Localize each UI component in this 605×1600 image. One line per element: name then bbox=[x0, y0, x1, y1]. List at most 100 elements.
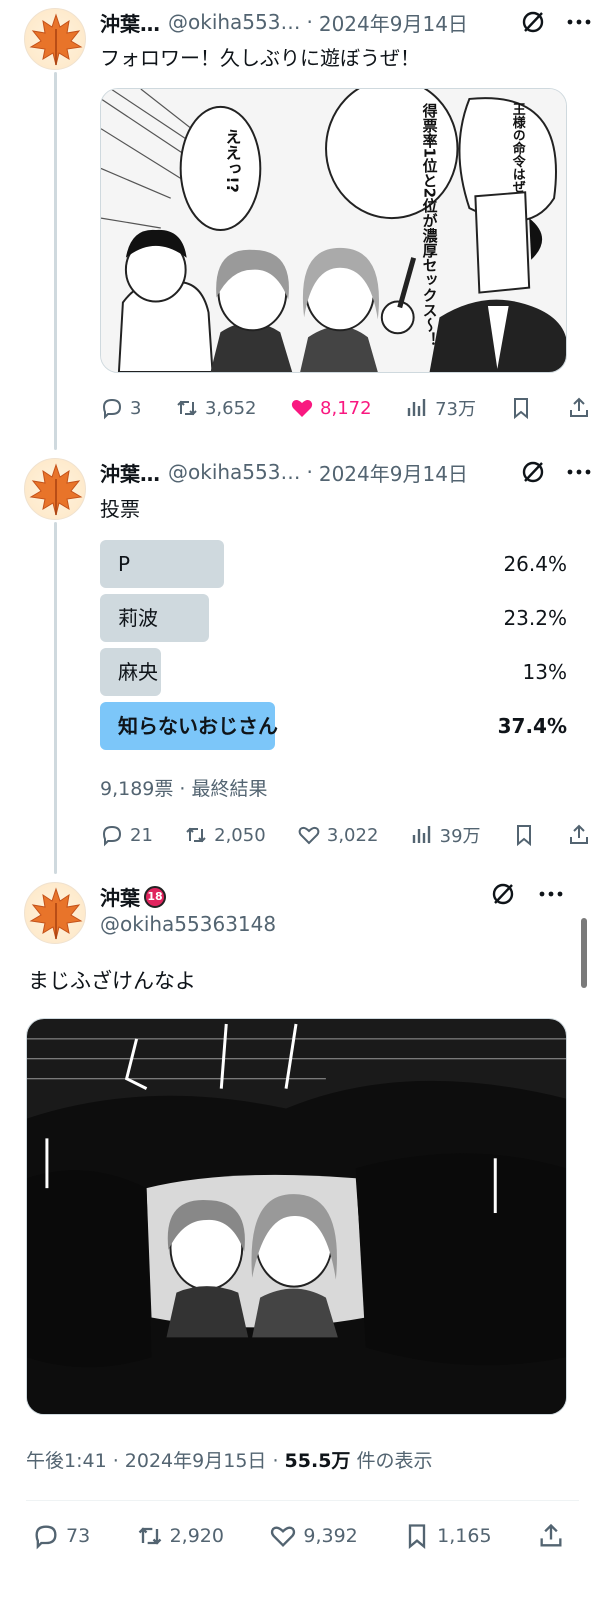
manga-illustration: ええっ!? 得票率1位と2位が濃厚セックス〜！ 王様の命令はぜった〜い！ bbox=[101, 89, 566, 372]
tweet-actions: 3 3,652 8,172 73万 bbox=[100, 391, 591, 425]
author-handle[interactable]: @okiha55363148 bbox=[100, 912, 276, 936]
like-count: 3,022 bbox=[326, 824, 379, 846]
bookmark-button[interactable]: 1,165 bbox=[403, 1522, 492, 1550]
avatar[interactable] bbox=[24, 882, 86, 944]
tweet-image[interactable] bbox=[26, 1018, 567, 1415]
poll-option-percent: 13% bbox=[522, 660, 567, 684]
retweet-button[interactable]: 2,050 bbox=[184, 823, 266, 847]
views-button[interactable]: 39万 bbox=[410, 822, 481, 848]
tweet-text: まじふざけんなよ bbox=[28, 969, 196, 993]
poll-option-label: P bbox=[118, 552, 131, 576]
bookmark-icon bbox=[516, 825, 531, 847]
maple-leaf-icon bbox=[29, 13, 83, 66]
author-name-row[interactable]: 沖葉 18 bbox=[100, 882, 166, 911]
maple-leaf-icon bbox=[29, 887, 83, 940]
poll-option-percent: 26.4% bbox=[503, 552, 567, 576]
share-button[interactable] bbox=[567, 823, 591, 847]
like-count: 8,172 bbox=[320, 397, 372, 419]
author-name[interactable]: 沖葉… bbox=[100, 8, 160, 37]
grok-icon[interactable] bbox=[519, 458, 547, 486]
manga-illustration bbox=[27, 1019, 566, 1414]
retweet-button[interactable]: 3,652 bbox=[175, 396, 257, 420]
r18-badge: 18 bbox=[144, 885, 166, 908]
views-button[interactable]: 73万 bbox=[405, 395, 476, 421]
heart-filled-icon bbox=[291, 400, 313, 417]
thread-line bbox=[54, 72, 57, 450]
author-handle[interactable]: @okiha553… bbox=[168, 460, 300, 484]
like-count: 9,392 bbox=[303, 1525, 358, 1547]
poll-option-label: 知らないおじさん bbox=[118, 714, 278, 738]
tweet-date[interactable]: 2024年9月14日 bbox=[319, 458, 468, 487]
view-count: 55.5万 bbox=[284, 1450, 351, 1472]
poll-option: 莉波 23.2% bbox=[100, 594, 567, 642]
bookmark-button[interactable] bbox=[509, 396, 533, 420]
reply-count: 3 bbox=[130, 397, 142, 419]
retweet-count: 2,920 bbox=[169, 1525, 224, 1547]
poll-option-percent: 23.2% bbox=[503, 606, 567, 630]
retweet-icon bbox=[177, 400, 197, 416]
reply-button[interactable]: 73 bbox=[32, 1522, 90, 1550]
bar-chart-icon bbox=[407, 399, 426, 416]
view-count-label: 件の表示 bbox=[350, 1450, 433, 1472]
share-icon bbox=[540, 1523, 562, 1547]
tweet-text: 投票 bbox=[100, 497, 140, 521]
reply-button[interactable]: 3 bbox=[100, 396, 141, 420]
poll-option: P 26.4% bbox=[100, 540, 567, 588]
bookmark-icon bbox=[514, 398, 529, 420]
retweet-count: 2,050 bbox=[214, 824, 266, 846]
tweet-timestamp[interactable]: 午後1:41 · 2024年9月15日 · bbox=[26, 1450, 285, 1472]
author-name[interactable]: 沖葉… bbox=[100, 458, 160, 487]
separator: · bbox=[306, 10, 313, 34]
like-button[interactable]: 8,172 bbox=[290, 396, 372, 420]
bookmark-icon bbox=[409, 1524, 426, 1549]
avatar[interactable] bbox=[24, 8, 86, 70]
views-count: 73万 bbox=[435, 399, 476, 420]
tweet-image[interactable]: ええっ!? 得票率1位と2位が濃厚セックス〜！ 王様の命令はぜった〜い！ bbox=[100, 88, 567, 373]
share-icon bbox=[569, 824, 588, 844]
scrollbar-thumb[interactable] bbox=[581, 918, 587, 988]
more-icon[interactable] bbox=[565, 8, 593, 36]
like-button[interactable]: 3,022 bbox=[297, 823, 379, 847]
author-name[interactable]: 沖葉 bbox=[100, 882, 140, 911]
more-icon[interactable] bbox=[537, 880, 565, 908]
poll-option-label: 麻央 bbox=[118, 660, 158, 684]
bookmark-button[interactable] bbox=[512, 823, 536, 847]
tweet-actions: 21 2,050 3,022 39万 bbox=[100, 818, 591, 852]
tweet-date[interactable]: 2024年9月14日 bbox=[319, 8, 468, 37]
like-button[interactable]: 9,392 bbox=[269, 1522, 358, 1550]
bar-chart-icon bbox=[412, 826, 430, 843]
speech-bubble-2: 得票率1位と2位が濃厚セックス〜！ bbox=[421, 102, 439, 347]
poll-option-percent: 37.4% bbox=[497, 714, 567, 738]
reply-icon bbox=[102, 825, 122, 847]
author-handle[interactable]: @okiha553… bbox=[168, 10, 300, 34]
grok-icon[interactable] bbox=[519, 8, 547, 36]
more-icon[interactable] bbox=[565, 458, 593, 486]
header-icons bbox=[489, 880, 565, 908]
reply-count: 21 bbox=[130, 824, 153, 846]
avatar[interactable] bbox=[24, 458, 86, 520]
tweet-meta: 午後1:41 · 2024年9月15日 · 55.5万 件の表示 bbox=[26, 1446, 432, 1473]
separator: · bbox=[306, 460, 313, 484]
reply-icon bbox=[102, 398, 122, 420]
tweet-text: フォロワー！久しぶりに遊ぼうぜ！ bbox=[100, 46, 420, 70]
heart-icon bbox=[271, 1526, 296, 1547]
reply-icon bbox=[35, 1525, 57, 1550]
share-button[interactable] bbox=[567, 396, 591, 420]
retweet-icon bbox=[138, 1527, 161, 1545]
retweet-button[interactable]: 2,920 bbox=[136, 1522, 224, 1550]
share-button[interactable] bbox=[537, 1522, 565, 1550]
share-icon bbox=[570, 397, 588, 417]
maple-leaf-icon bbox=[29, 463, 83, 516]
thread-line bbox=[54, 522, 57, 874]
poll-option: 麻央 13% bbox=[100, 648, 567, 696]
reply-button[interactable]: 21 bbox=[100, 823, 153, 847]
grok-icon[interactable] bbox=[489, 880, 517, 908]
heart-icon bbox=[298, 826, 320, 845]
tweet-header: 沖葉… @okiha553… · 2024年9月14日 bbox=[100, 458, 593, 486]
tweet-header: 沖葉… @okiha553… · 2024年9月14日 bbox=[100, 8, 593, 36]
retweet-count: 3,652 bbox=[204, 397, 257, 419]
poll-option-label: 莉波 bbox=[118, 606, 158, 630]
poll-meta: 9,189票 · 最終結果 bbox=[100, 778, 268, 800]
tweet-actions: 73 2,920 9,392 1,165 bbox=[32, 1518, 565, 1554]
poll-option: 知らないおじさん 37.4% bbox=[100, 702, 567, 750]
